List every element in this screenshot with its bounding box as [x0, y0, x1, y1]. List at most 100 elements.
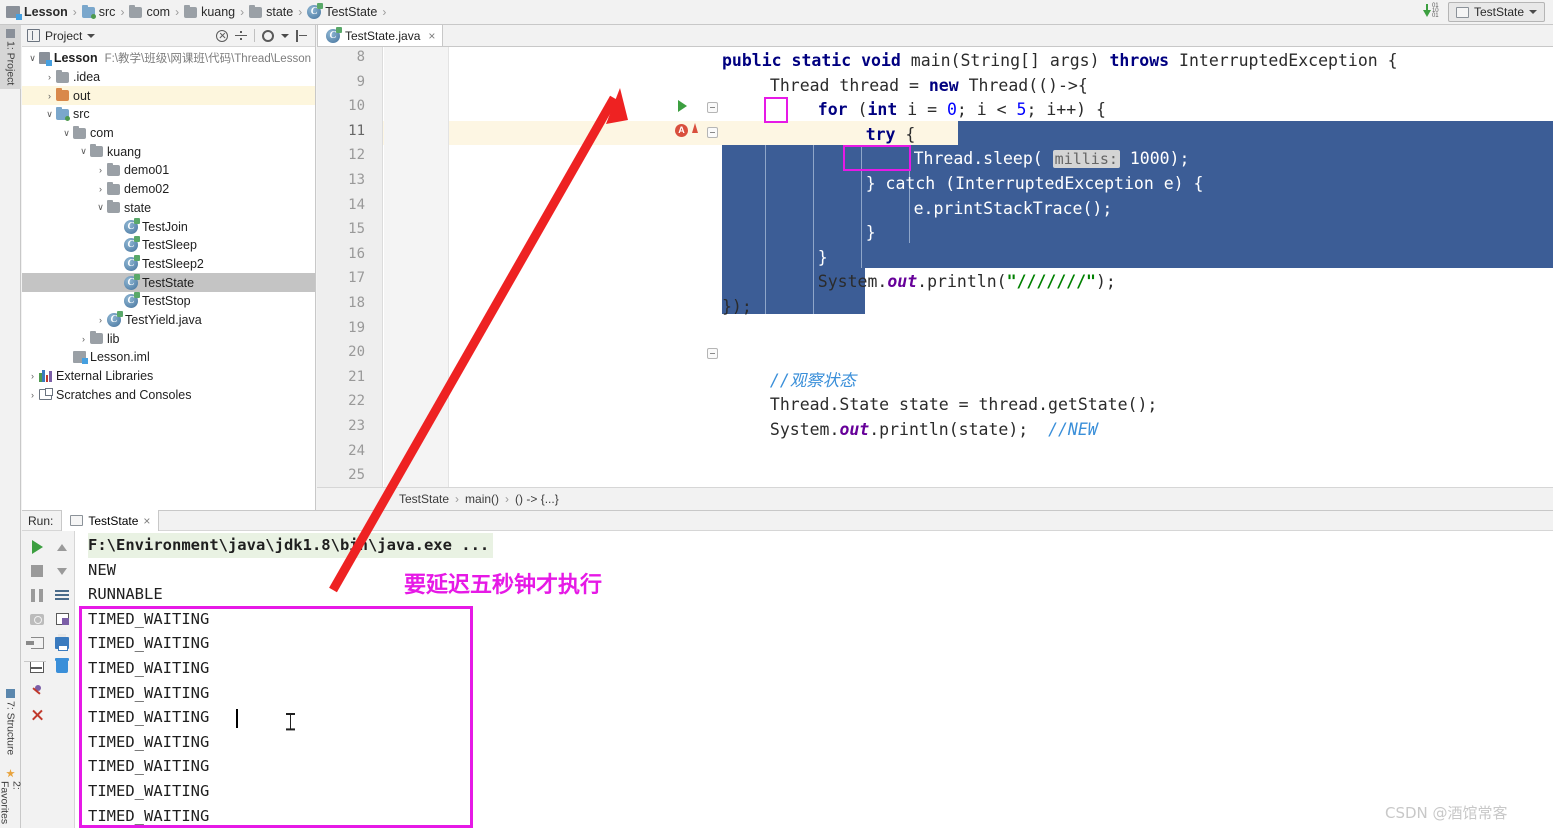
status-crumb-lambda[interactable]: () -> {...}: [515, 492, 559, 506]
tree-item-label: demo01: [124, 163, 170, 178]
tree-item-teststate[interactable]: C TestState: [22, 273, 315, 292]
class-icon: C: [124, 236, 140, 253]
pause-icon[interactable]: [24, 583, 50, 607]
folder-icon: [107, 181, 120, 195]
code-line-22: Thread.State state = thread.getState();: [769, 395, 1158, 415]
chevron-right-icon[interactable]: ›: [94, 184, 107, 194]
tree-item-external-libraries[interactable]: › External Libraries: [22, 367, 315, 386]
tree-item-demo02[interactable]: › demo02: [22, 180, 315, 199]
rerun-icon[interactable]: [24, 535, 50, 559]
sort-numeric-icon[interactable]: 01 10 01: [1422, 3, 1440, 20]
tree-item-src[interactable]: ∨ src: [22, 105, 315, 124]
tree-item-testsleep2[interactable]: C TestSleep2: [22, 254, 315, 274]
chevron-down-icon[interactable]: ∨: [26, 53, 39, 64]
tree-item-lesson-iml[interactable]: Lesson.iml: [22, 348, 315, 367]
breadcrumb-separator: ›: [298, 5, 303, 19]
settings-gear-icon[interactable]: [262, 29, 274, 42]
layout-icon[interactable]: [24, 655, 50, 679]
toolbar-divider: [24, 661, 46, 662]
console-line: NEW: [88, 560, 116, 579]
tree-item-testjoin[interactable]: C TestJoin: [22, 217, 315, 236]
folder-src-icon: [81, 4, 96, 19]
structure-icon: [6, 689, 15, 698]
close-icon[interactable]: ×: [143, 514, 150, 528]
chevron-right-icon[interactable]: ›: [94, 315, 107, 325]
editor-tab-teststate[interactable]: C TestState.java ×: [317, 24, 444, 46]
breadcrumb-label: kuang: [201, 5, 236, 19]
breadcrumb-separator: ›: [120, 5, 125, 19]
export-icon[interactable]: [24, 631, 50, 655]
chevron-right-icon[interactable]: ›: [26, 371, 39, 381]
project-panel-header: Project: [22, 25, 315, 47]
chevron-down-icon[interactable]: ∨: [43, 109, 56, 120]
breadcrumb-label: com: [146, 5, 171, 19]
toolbar-divider: [254, 29, 255, 42]
breadcrumb-item-kuang[interactable]: kuang: [184, 4, 236, 19]
run-config-selector[interactable]: TestState: [1447, 2, 1545, 22]
scroll-down-icon[interactable]: [49, 559, 75, 583]
status-crumb-class[interactable]: TestState: [399, 492, 449, 506]
chevron-down-icon[interactable]: ∨: [94, 202, 107, 213]
chevron-right-icon[interactable]: ›: [43, 91, 56, 101]
tree-item-kuang[interactable]: ∨ kuang: [22, 142, 315, 161]
pin-icon[interactable]: [24, 679, 50, 703]
breadcrumb-item-src[interactable]: src: [81, 4, 115, 19]
tree-item-label: Scratches and Consoles: [56, 387, 192, 402]
breadcrumb-label: TestState: [325, 5, 378, 19]
tree-item-teststop[interactable]: C TestStop: [22, 292, 315, 311]
sidebar-item-project[interactable]: 1: Project: [0, 25, 21, 90]
code-line-14: e.printStackTrace();: [913, 198, 1113, 218]
breadcrumb-item-state[interactable]: state: [249, 4, 293, 19]
status-crumb-method[interactable]: main(): [465, 492, 499, 506]
scroll-to-end-icon[interactable]: [49, 607, 75, 631]
chevron-right-icon[interactable]: ›: [26, 390, 39, 400]
chevron-down-icon[interactable]: ∨: [77, 146, 90, 157]
folder-icon: [90, 144, 103, 158]
print-icon[interactable]: [49, 631, 75, 655]
tree-item-lib[interactable]: › lib: [22, 329, 315, 348]
camera-icon[interactable]: [24, 607, 50, 631]
project-panel-title: Project: [45, 28, 83, 43]
status-crumb-separator: ›: [455, 492, 460, 506]
clear-all-icon[interactable]: [49, 655, 75, 679]
tree-item-label: TestSleep2: [142, 256, 204, 271]
tree-item-com[interactable]: ∨ com: [22, 124, 315, 143]
chevron-right-icon[interactable]: ›: [77, 334, 90, 344]
tree-item-state[interactable]: ∨ state: [22, 199, 315, 218]
tree-item-lesson[interactable]: ∨ Lesson F:\教学\班级\网课班\代码\Thread\Lesson: [22, 49, 315, 68]
project-tool-window: Project ∨ Lesson F:\教学\班级\网课班\代码\Thread\Le…: [22, 25, 316, 510]
tree-item-testyield-java[interactable]: › C TestYield.java: [22, 310, 315, 330]
sidebar-item-favorites[interactable]: 2: Favorites: [0, 765, 23, 828]
chevron-down-icon[interactable]: [87, 33, 96, 38]
tree-item-scratches-and-consoles[interactable]: › Scratches and Consoles: [22, 385, 315, 404]
code-line-9: Thread thread = new Thread(()->{: [769, 75, 1088, 95]
collapse-divider-icon[interactable]: [235, 30, 247, 42]
run-tab-teststate[interactable]: TestState ×: [61, 510, 160, 531]
tree-item-testsleep[interactable]: C TestSleep: [22, 236, 315, 255]
chevron-down-icon[interactable]: ∨: [60, 128, 73, 139]
chevron-down-icon[interactable]: [281, 33, 289, 38]
scroll-up-icon[interactable]: [49, 535, 75, 559]
breadcrumb-item-com[interactable]: com: [129, 4, 171, 19]
stop-icon[interactable]: [24, 559, 50, 583]
tree-item-label: TestSleep: [142, 238, 197, 253]
breadcrumb-item-teststate[interactable]: C TestState: [307, 3, 378, 19]
text-caret: [236, 709, 238, 728]
tree-item--idea[interactable]: › .idea: [22, 68, 315, 87]
tree-item-path: F:\教学\班级\网课班\代码\Thread\Lesson: [104, 53, 311, 66]
sidebar-item-structure[interactable]: 7: Structure: [0, 685, 21, 759]
tree-item-out[interactable]: › out: [22, 86, 315, 106]
close-icon[interactable]: [24, 703, 50, 727]
chevron-right-icon[interactable]: ›: [43, 72, 56, 82]
locate-icon[interactable]: [216, 29, 228, 42]
soft-wrap-icon[interactable]: [49, 583, 75, 607]
tree-item-label: demo02: [124, 182, 170, 197]
chevron-right-icon[interactable]: ›: [94, 165, 107, 175]
hide-panel-icon[interactable]: [296, 29, 308, 42]
close-icon[interactable]: ×: [428, 29, 435, 43]
tree-item-label: state: [124, 200, 152, 215]
tree-item-demo01[interactable]: › demo01: [22, 161, 315, 180]
code-canvas[interactable]: A 8 9 10 11 12 13 14 15 16 17 18 19 20 21 22 23 24 25 pub…: [317, 47, 1553, 487]
breadcrumb-item-lesson[interactable]: Lesson: [6, 5, 68, 20]
folder-out-icon: [56, 88, 69, 102]
